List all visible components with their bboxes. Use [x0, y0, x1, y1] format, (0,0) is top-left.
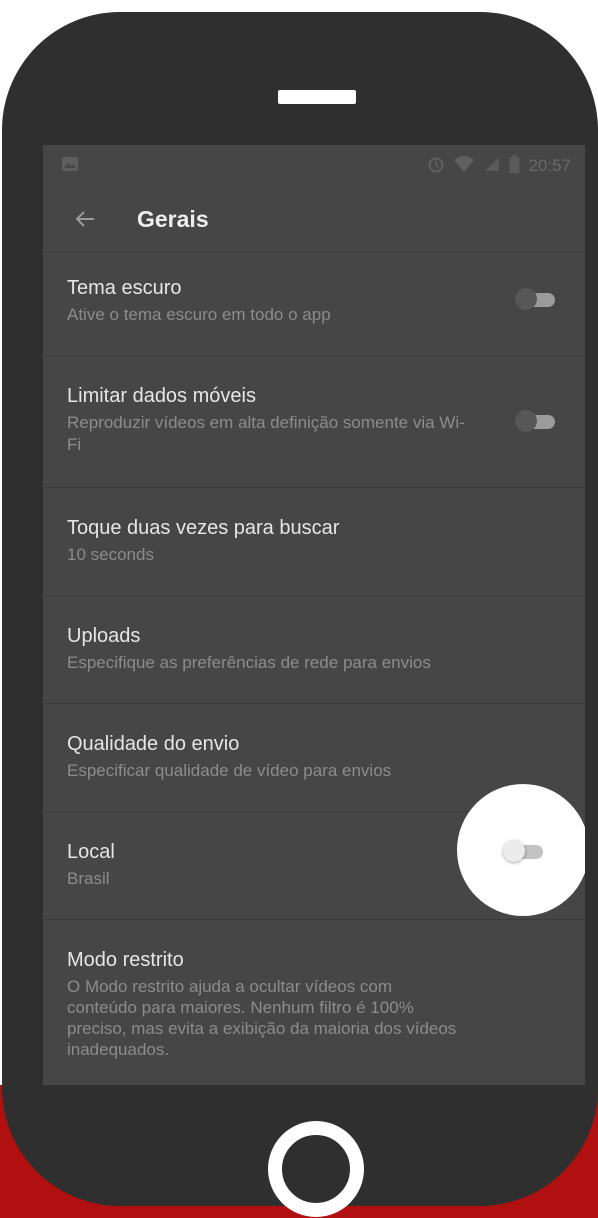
arrow-back-icon[interactable]: [71, 205, 99, 233]
app-bar: Gerais: [43, 187, 585, 252]
toggle-thumb: [503, 840, 525, 862]
setting-limitar-dados[interactable]: Limitar dados móveis Reproduzir vídeos e…: [43, 356, 585, 488]
setting-subtitle: Especifique as preferências de rede para…: [67, 653, 431, 672]
setting-title: Uploads: [67, 625, 141, 647]
setting-modo-restrito[interactable]: Modo restrito O Modo restrito ajuda a oc…: [43, 920, 585, 1085]
setting-toque-duas-vezes[interactable]: Toque duas vezes para buscar 10 seconds: [43, 488, 585, 596]
setting-uploads[interactable]: Uploads Especifique as preferências de r…: [43, 596, 585, 704]
setting-subtitle: Ative o tema escuro em todo o app: [67, 305, 331, 324]
toggle-thumb: [515, 288, 537, 310]
wifi-icon: [453, 155, 475, 178]
status-icons: 20:57: [427, 154, 571, 178]
mobile-data-toggle[interactable]: [515, 410, 555, 432]
setting-title: Tema escuro: [67, 277, 182, 299]
status-bar: 20:57: [43, 145, 585, 187]
setting-title: Limitar dados móveis: [67, 385, 256, 407]
setting-title: Modo restrito: [67, 949, 184, 971]
home-button[interactable]: [268, 1121, 364, 1217]
phone-speaker: [278, 90, 356, 104]
battery-icon: [509, 154, 520, 178]
app-screen: 20:57 Gerais Tema escuro Ative o tema es…: [43, 145, 585, 1085]
setting-title: Qualidade do envio: [67, 733, 240, 755]
setting-subtitle: Especificar qualidade de vídeo para envi…: [67, 761, 392, 780]
setting-subtitle: O Modo restrito ajuda a ocultar vídeos c…: [67, 977, 457, 1059]
setting-tema-escuro[interactable]: Tema escuro Ative o tema escuro em todo …: [43, 252, 585, 356]
toggle-thumb: [515, 410, 537, 432]
restricted-mode-toggle-highlight: [457, 784, 585, 916]
signal-icon: [483, 155, 501, 178]
page-title: Gerais: [137, 205, 209, 232]
setting-subtitle: 10 seconds: [67, 545, 154, 564]
alarm-icon: [427, 155, 445, 178]
restricted-mode-toggle[interactable]: [503, 840, 543, 862]
status-time: 20:57: [528, 156, 571, 175]
dark-theme-toggle[interactable]: [515, 288, 555, 310]
image-icon: [61, 156, 79, 177]
setting-subtitle: Reproduzir vídeos em alta definição some…: [67, 413, 465, 454]
setting-title: Toque duas vezes para buscar: [67, 517, 340, 539]
